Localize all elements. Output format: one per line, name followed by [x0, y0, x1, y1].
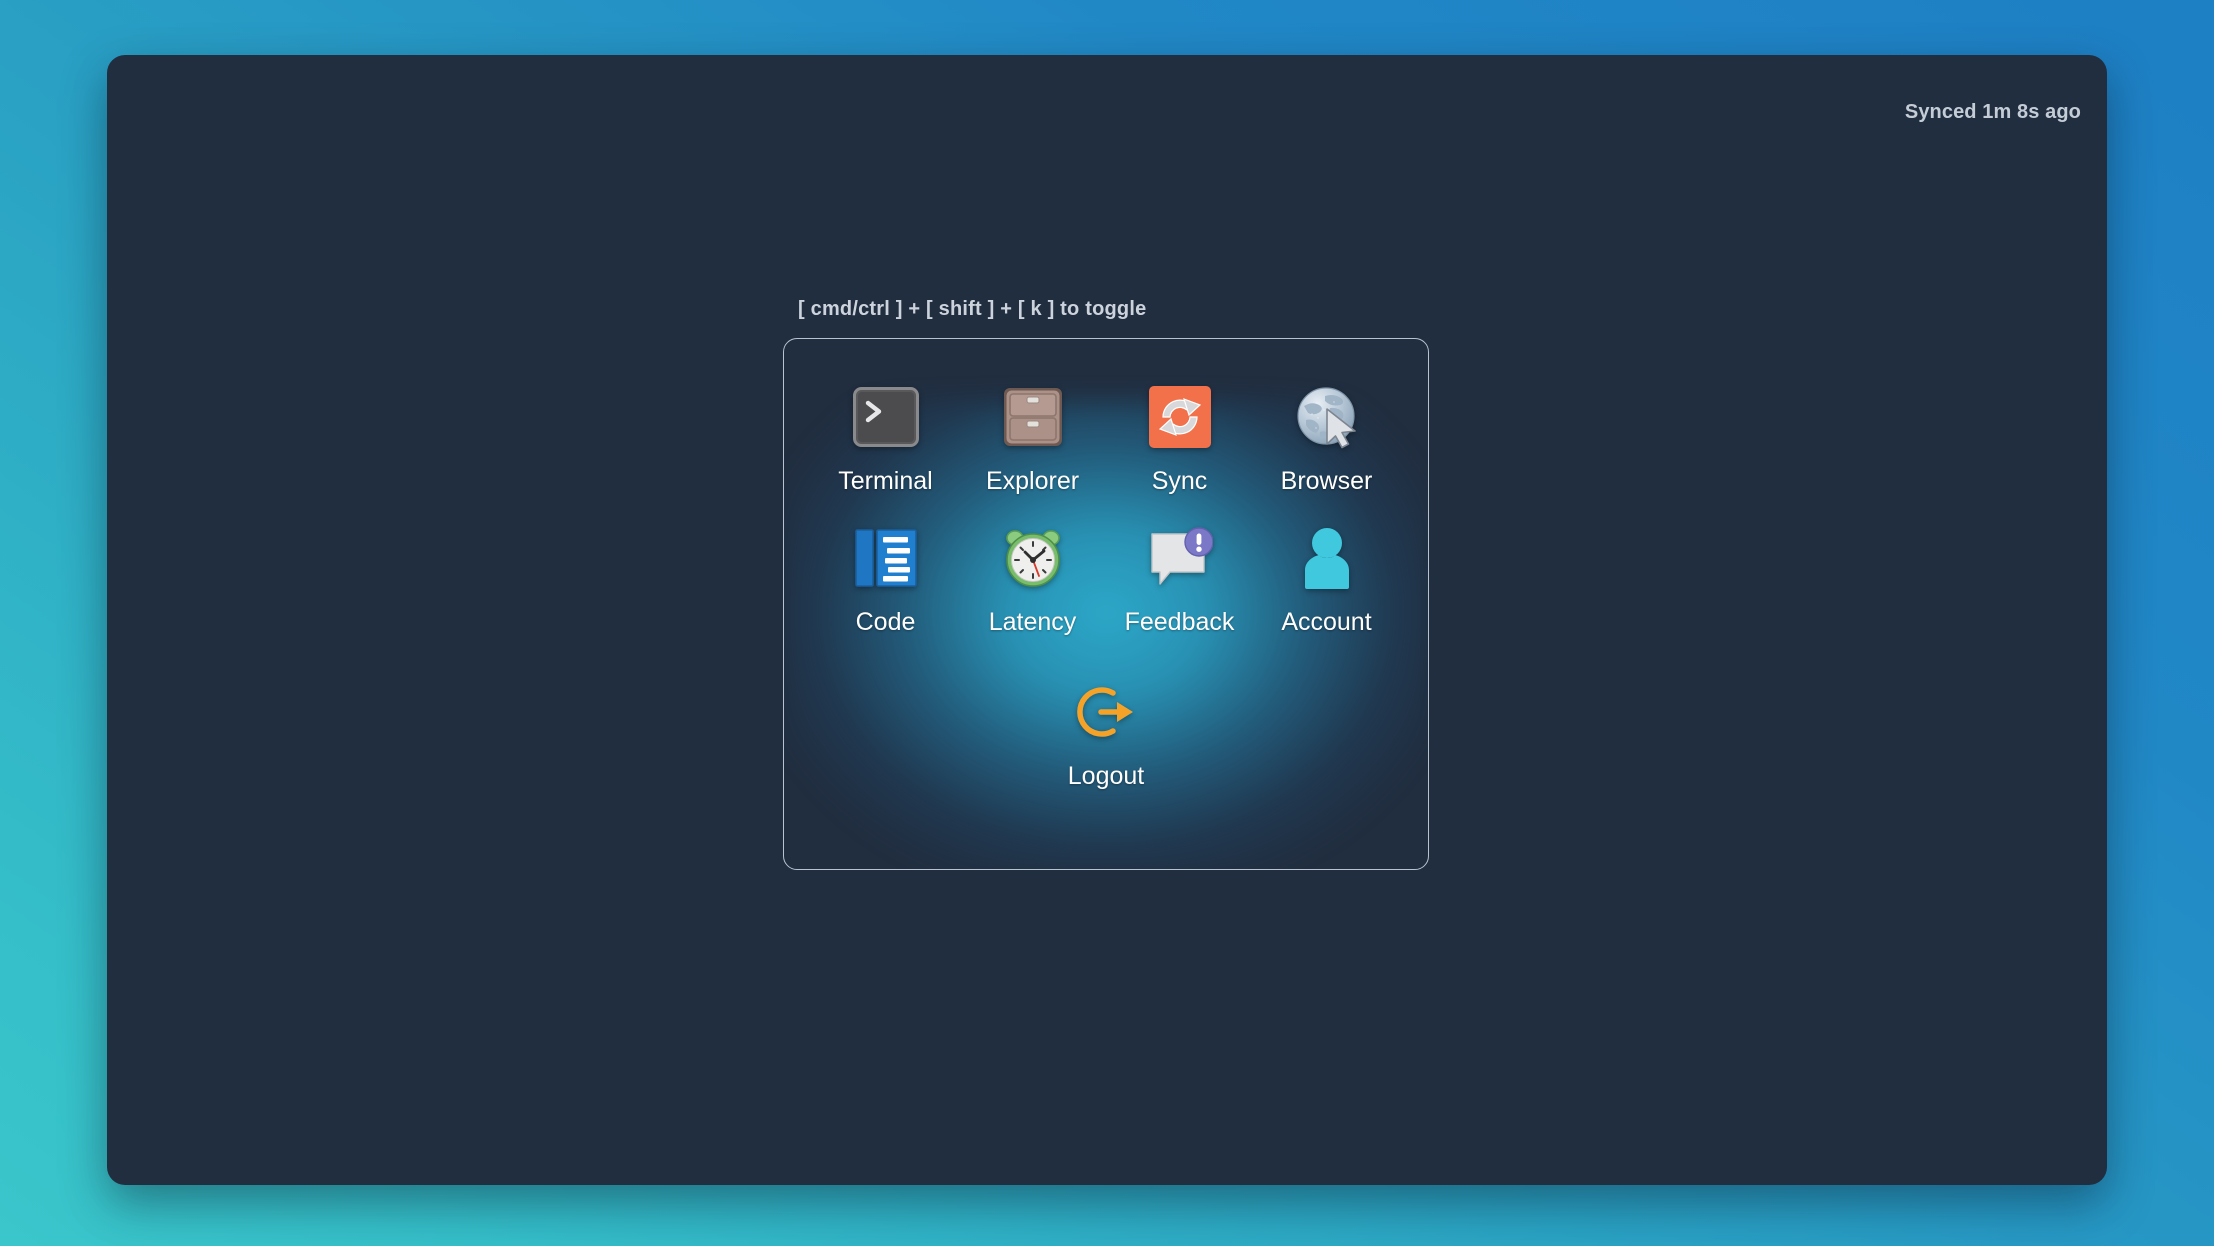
- alarm-clock-icon: [959, 516, 1106, 600]
- launcher-item-feedback[interactable]: Feedback: [1106, 516, 1253, 637]
- launcher-item-terminal[interactable]: Terminal: [812, 375, 959, 494]
- app-window: Synced 1m 8s ago [ cmd/ctrl ] + [ shift …: [107, 55, 2107, 1185]
- launcher-item-account[interactable]: Account: [1253, 516, 1400, 637]
- launcher-panel: Terminal Explorer Sync Browser Code Late…: [783, 338, 1429, 870]
- launcher-item-label: Terminal: [838, 467, 933, 495]
- desktop-background: Synced 1m 8s ago [ cmd/ctrl ] + [ shift …: [0, 0, 2214, 1246]
- logout-arrow-icon: [812, 670, 1400, 754]
- launcher-item-label: Latency: [988, 608, 1077, 637]
- keyboard-shortcut-hint: [ cmd/ctrl ] + [ shift ] + [ k ] to togg…: [798, 298, 1147, 320]
- launcher-item-explorer[interactable]: Explorer: [959, 375, 1106, 494]
- launcher-item-browser[interactable]: Browser: [1253, 375, 1400, 494]
- launcher-item-label: Feedback: [1124, 608, 1235, 637]
- launcher-item-label: Explorer: [985, 467, 1080, 495]
- launcher-grid: Terminal Explorer Sync Browser Code Late…: [784, 339, 1428, 811]
- launcher-item-label: Logout: [1067, 761, 1145, 790]
- code-editor-icon: [812, 516, 959, 600]
- globe-cursor-icon: [1253, 375, 1400, 459]
- launcher-item-label: Code: [855, 608, 916, 637]
- launcher-item-label: Account: [1281, 608, 1372, 637]
- launcher-container: [ cmd/ctrl ] + [ shift ] + [ k ] to togg…: [783, 298, 1431, 870]
- file-cabinet-icon: [959, 375, 1106, 459]
- speech-bubble-alert-icon: [1106, 516, 1253, 600]
- user-silhouette-icon: [1253, 516, 1400, 600]
- launcher-item-code[interactable]: Code: [812, 516, 959, 637]
- launcher-item-logout[interactable]: Logout: [812, 670, 1400, 789]
- launcher-item-label: Browser: [1280, 467, 1373, 495]
- terminal-icon: [812, 375, 959, 459]
- launcher-item-label: Sync: [1151, 467, 1208, 495]
- launcher-item-latency[interactable]: Latency: [959, 516, 1106, 637]
- sync-arrows-icon: [1106, 375, 1253, 459]
- launcher-item-sync[interactable]: Sync: [1106, 375, 1253, 494]
- sync-status-text: Synced 1m 8s ago: [1904, 101, 2081, 123]
